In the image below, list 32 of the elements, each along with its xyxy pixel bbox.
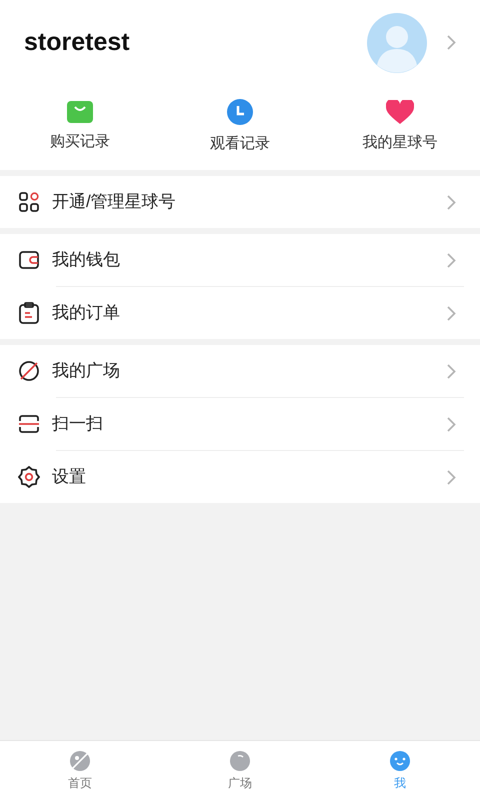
menu-item[interactable]: 我的广场 — [0, 345, 480, 397]
planet-icon — [69, 750, 91, 772]
shopping-bag-icon — [67, 101, 93, 124]
chevron-right-icon — [447, 416, 456, 432]
heart-icon — [386, 100, 414, 124]
planet-icon — [18, 360, 40, 382]
scan-icon — [18, 415, 40, 433]
smiley-face-icon — [389, 750, 411, 772]
wallet-icon — [19, 251, 39, 269]
clock-icon — [227, 99, 253, 126]
settings-icon — [18, 466, 40, 488]
shortcut-button[interactable]: 我的星球号 — [320, 85, 480, 170]
username: storetest — [24, 26, 131, 58]
chevron-right-icon — [447, 364, 456, 378]
grid-icon — [19, 192, 39, 212]
ball-icon — [229, 750, 251, 772]
chevron-right-icon — [447, 35, 456, 50]
tab-bar-item[interactable]: 广场 — [160, 741, 320, 800]
shortcut-button[interactable]: 观看记录 — [160, 85, 320, 170]
shortcut-button[interactable]: 购买记录 — [0, 85, 160, 170]
menu-item[interactable]: 我的订单 — [0, 287, 480, 339]
menu-item[interactable]: 设置 — [0, 451, 480, 503]
tab-bar-item[interactable]: 首页 — [0, 741, 160, 800]
menu-item[interactable]: 我的钱包 — [0, 234, 480, 286]
chevron-right-icon — [447, 194, 456, 210]
menu-item[interactable]: 开通/管理星球号 — [0, 176, 480, 228]
avatar-icon[interactable] — [367, 12, 427, 72]
chevron-right-icon — [447, 306, 456, 320]
chevron-right-icon — [447, 470, 456, 484]
menu-item[interactable]: 扫一扫 — [0, 398, 480, 450]
chevron-right-icon — [447, 252, 456, 268]
clipboard-icon — [19, 302, 39, 324]
